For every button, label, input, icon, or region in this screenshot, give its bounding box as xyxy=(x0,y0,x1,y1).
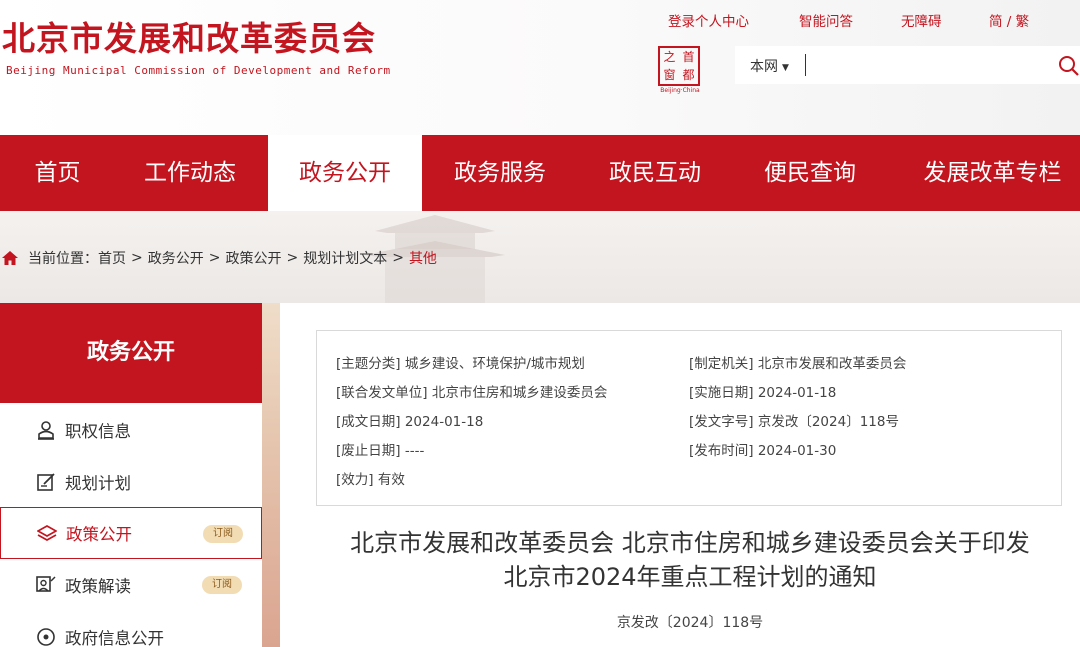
layers-icon xyxy=(37,525,57,541)
nav-item-work-news[interactable]: 工作动态 xyxy=(115,135,265,211)
site-header: 北京市发展和改革委员会 Beijing Municipal Commission… xyxy=(0,0,1080,135)
site-title[interactable]: 北京市发展和改革委员会 xyxy=(2,12,376,60)
breadcrumb-policy[interactable]: 政策公开 xyxy=(225,248,281,268)
person-chat-icon xyxy=(36,576,56,592)
breadcrumb: 当前位置： 首页 > 政务公开 > 政策公开 > 规划计划文本 > 其他 xyxy=(2,248,437,268)
document-number: 京发改〔2024〕118号 xyxy=(616,615,764,631)
meta-issuing-authority: [制定机关] 北京市发展和改革委员会 xyxy=(689,356,907,372)
sidebar-item-label: 政策解读 xyxy=(65,577,131,596)
nav-item-interaction[interactable]: 政民互动 xyxy=(580,135,730,211)
sidebar-item-label: 规划计划 xyxy=(65,474,131,493)
sidebar-item-policy-public[interactable]: 政策公开 订阅 xyxy=(0,507,262,559)
meta-document-number: [发文字号] 京发改〔2024〕118号 xyxy=(689,414,899,430)
meta-effective-date: [实施日期] 2024-01-18 xyxy=(689,385,837,401)
sidebar-item-plans[interactable]: 规划计划 xyxy=(0,456,262,508)
search-scope-label: 本网 xyxy=(750,59,778,75)
circle-info-icon xyxy=(37,628,55,646)
capital-window-logo[interactable]: 之 首 窗 都 Beijing·China xyxy=(656,46,704,94)
breadcrumb-label: 当前位置： xyxy=(28,251,98,267)
document-title: 北京市发展和改革委员会 北京市住房和城乡建设委员会关于印发 北京市2024年重点… xyxy=(350,529,1030,591)
sidebar-item-policy-interpretation[interactable]: 政策解读 订阅 xyxy=(0,559,262,611)
nav-item-government-services[interactable]: 政务服务 xyxy=(425,135,575,211)
search-box: 本网 ▼ xyxy=(735,46,1080,84)
sidebar: 政务公开 职权信息 规划计划 政策公开 订阅 政策解读 订阅 政府信息公开 xyxy=(0,303,262,647)
main-content: [主题分类] 城乡建设、环境保护/城市规划 [制定机关] 北京市发展和改革委员会… xyxy=(280,303,1080,647)
nav-item-reform-column[interactable]: 发展改革专栏 xyxy=(905,135,1080,211)
meta-abolish-date: [废止日期] ---- xyxy=(336,443,425,459)
sidebar-item-authority-info[interactable]: 职权信息 xyxy=(0,404,262,456)
document-metadata-box: [主题分类] 城乡建设、环境保护/城市规划 [制定机关] 北京市发展和改革委员会… xyxy=(316,330,1062,506)
breadcrumb-government-affairs[interactable]: 政务公开 xyxy=(148,248,204,268)
site-subtitle: Beijing Municipal Commission of Developm… xyxy=(6,64,391,77)
breadcrumb-home[interactable]: 首页 xyxy=(98,248,126,268)
sidebar-item-label: 政府信息公开 xyxy=(65,629,164,647)
caret-down-icon: ▼ xyxy=(782,63,789,73)
sidebar-item-label: 职权信息 xyxy=(65,422,131,441)
meta-topic-category: [主题分类] 城乡建设、环境保护/城市规划 xyxy=(336,356,585,372)
nav-item-home[interactable]: 首页 xyxy=(0,135,115,211)
main-nav: 首页 工作动态 政务公开 政务服务 政民互动 便民查询 发展改革专栏 xyxy=(0,135,1080,211)
meta-written-date: [成文日期] 2024-01-18 xyxy=(336,414,484,430)
meta-joint-issuer: [联合发文单位] 北京市住房和城乡建设委员会 xyxy=(336,385,608,401)
search-scope-select[interactable]: 本网 ▼ xyxy=(750,56,789,76)
home-icon xyxy=(2,251,18,265)
breadcrumb-band: 当前位置： 首页 > 政务公开 > 政策公开 > 规划计划文本 > 其他 xyxy=(0,211,1080,303)
sidebar-item-label: 政策公开 xyxy=(66,525,132,544)
breadcrumb-plan-texts[interactable]: 规划计划文本 xyxy=(303,248,387,268)
nav-item-public-query[interactable]: 便民查询 xyxy=(735,135,885,211)
meta-publish-time: [发布时间] 2024-01-30 xyxy=(689,443,837,459)
search-icon[interactable] xyxy=(1058,55,1080,77)
person-badge-icon xyxy=(38,421,54,440)
accessibility-link[interactable]: 无障碍 xyxy=(901,10,942,30)
sidebar-item-gov-info-public[interactable]: 政府信息公开 xyxy=(0,611,262,647)
sidebar-title: 政务公开 xyxy=(0,303,262,403)
smart-qa-link[interactable]: 智能问答 xyxy=(799,10,853,30)
login-link[interactable]: 登录个人中心 xyxy=(668,10,749,30)
language-switch-link[interactable]: 简 / 繁 xyxy=(989,10,1029,30)
logo-seal: 之 首 窗 都 xyxy=(658,46,700,86)
edit-note-icon xyxy=(37,473,55,491)
subscribe-badge[interactable]: 订阅 xyxy=(202,576,242,594)
meta-validity: [效力] 有效 xyxy=(336,472,405,488)
logo-caption: Beijing·China xyxy=(660,87,700,94)
nav-item-government-affairs[interactable]: 政务公开 xyxy=(268,135,422,211)
subscribe-badge[interactable]: 订阅 xyxy=(203,525,243,543)
search-input[interactable] xyxy=(805,54,1045,76)
breadcrumb-current[interactable]: 其他 xyxy=(409,248,437,268)
